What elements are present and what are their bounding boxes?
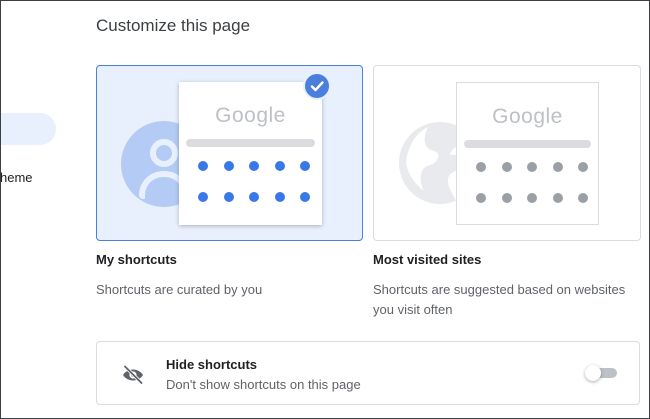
preview-shortcut-dots	[198, 161, 310, 202]
eye-off-icon	[123, 364, 144, 385]
my-shortcuts-description: Shortcuts are curated by you	[96, 282, 263, 297]
my-shortcuts-option[interactable]: Google	[96, 65, 363, 241]
most-visited-description: Shortcuts are suggested based on website…	[373, 282, 626, 317]
hide-shortcuts-description: Don't show shortcuts on this page	[166, 377, 361, 392]
new-tab-preview: Google	[179, 82, 322, 225]
most-visited-option[interactable]: Google	[373, 65, 641, 241]
toggle-knob[interactable]	[585, 365, 601, 381]
page-title: Customize this page	[96, 16, 251, 35]
preview-shortcut-dots	[476, 162, 588, 203]
new-tab-preview: Google	[456, 82, 599, 225]
sidebar-item-theme-label[interactable]: heme	[0, 170, 33, 185]
hide-shortcuts-toggle[interactable]	[585, 365, 617, 381]
hide-shortcuts-row[interactable]: Hide shortcuts Don't show shortcuts on t…	[96, 341, 640, 405]
preview-search-bar	[186, 139, 315, 147]
preview-logo: Google	[492, 105, 563, 128]
hide-shortcuts-title: Hide shortcuts	[166, 357, 258, 372]
my-shortcuts-title: My shortcuts	[96, 252, 177, 267]
sidebar-item-shortcuts[interactable]	[0, 113, 56, 145]
preview-logo: Google	[215, 104, 286, 127]
checkmark-icon	[305, 74, 329, 98]
preview-search-bar	[464, 140, 591, 148]
most-visited-title: Most visited sites	[373, 252, 482, 267]
